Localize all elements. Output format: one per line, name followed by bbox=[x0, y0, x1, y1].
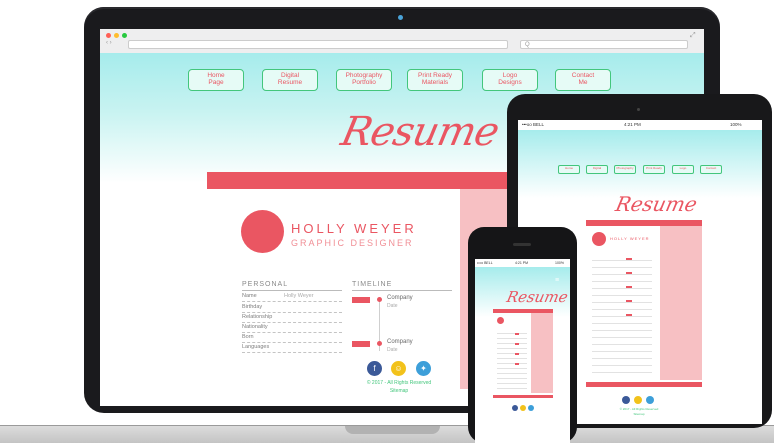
row-divider bbox=[242, 332, 342, 334]
row-label: Name bbox=[242, 293, 257, 299]
laptop-notch bbox=[345, 426, 440, 434]
nav-digital-resume[interactable]: Digital Resume bbox=[262, 69, 318, 91]
timeline-date-tag bbox=[352, 297, 370, 303]
tablet-twitter-icon[interactable] bbox=[646, 396, 654, 404]
phone-status-bar: ••••• BELL 4:21 PM 100% bbox=[475, 259, 570, 267]
phone-content-rows bbox=[497, 329, 527, 389]
nav-logo-designs[interactable]: Logo Designs bbox=[482, 69, 538, 91]
row-label: Relationship bbox=[242, 314, 273, 320]
phone-timeline-tag bbox=[515, 363, 519, 365]
tablet-timeline-tag bbox=[626, 286, 632, 288]
battery-label: 100% bbox=[555, 261, 564, 265]
row-label: Nationality bbox=[242, 324, 268, 330]
tablet-nav-digital[interactable]: Digital bbox=[586, 165, 608, 174]
divider bbox=[242, 290, 342, 292]
row-label: Languages bbox=[242, 344, 270, 350]
maximize-dot-icon[interactable] bbox=[122, 33, 127, 38]
tablet-timeline-tag bbox=[626, 300, 632, 302]
tablet-timeline-tag bbox=[626, 258, 632, 260]
nav-print-ready[interactable]: Print Ready Materials bbox=[407, 69, 463, 91]
phone-snapchat-icon[interactable] bbox=[520, 405, 526, 411]
hero-title: Resume bbox=[337, 109, 503, 155]
battery-label: 100% bbox=[730, 122, 742, 127]
tablet-nav-print[interactable]: Print Ready bbox=[643, 165, 665, 174]
row-value: Holly Weyer bbox=[284, 293, 314, 299]
row-divider bbox=[242, 301, 342, 303]
tablet-snapchat-icon[interactable] bbox=[634, 396, 642, 404]
time-label: 4:21 PM bbox=[624, 122, 641, 127]
timeline-heading: TIMELINE bbox=[352, 281, 393, 288]
tablet-status-bar: •••oo BELL 4:21 PM 100% bbox=[518, 120, 762, 130]
tablet-nav-contact[interactable]: Contact bbox=[700, 165, 722, 174]
tablet-footer-bar bbox=[586, 382, 702, 387]
row-label: Birthday bbox=[242, 304, 263, 310]
tablet-camera bbox=[637, 108, 640, 111]
close-dot-icon[interactable] bbox=[106, 33, 111, 38]
tablet-sitemap[interactable]: Sitemap bbox=[614, 412, 664, 416]
timeline-dot bbox=[377, 297, 382, 302]
minimize-dot-icon[interactable] bbox=[114, 33, 119, 38]
tablet-header-bg bbox=[518, 130, 762, 198]
tablet-content-rows bbox=[592, 254, 652, 374]
nav-contact[interactable]: Contact Me bbox=[555, 69, 611, 91]
row-divider bbox=[242, 352, 342, 354]
avatar bbox=[241, 210, 284, 253]
carrier-label: ••••• BELL bbox=[477, 261, 493, 265]
tablet-facebook-icon[interactable] bbox=[622, 396, 630, 404]
tablet-timeline-tag bbox=[626, 272, 632, 274]
tablet-nav-home[interactable]: Home bbox=[558, 165, 580, 174]
profile-role: GRAPHIC DESIGNER bbox=[291, 238, 414, 248]
tablet-title: Resume bbox=[613, 192, 700, 216]
sitemap-link[interactable]: Sitemap bbox=[354, 388, 444, 394]
row-label: Born bbox=[242, 334, 254, 340]
divider bbox=[352, 290, 452, 292]
browser-chrome: ‹ › Q ⤢ bbox=[100, 29, 704, 54]
search-bar[interactable]: Q bbox=[520, 40, 688, 49]
phone-timeline-tag bbox=[515, 353, 519, 355]
camera-dot bbox=[398, 15, 403, 20]
time-label: 4:21 PM bbox=[515, 261, 529, 265]
phone-screen: ••••• BELL 4:21 PM 100% ≡ Resume bbox=[475, 259, 570, 443]
phone-timeline-tag bbox=[515, 333, 519, 335]
facebook-icon[interactable]: f bbox=[367, 361, 382, 376]
timeline-date-tag bbox=[352, 341, 370, 347]
url-bar[interactable] bbox=[128, 40, 508, 49]
tablet-nav-photo[interactable]: Photography bbox=[614, 165, 636, 174]
timeline-company: Company bbox=[387, 295, 413, 301]
phone-footer-bar bbox=[493, 395, 553, 398]
phone-sidebar bbox=[531, 313, 553, 393]
timeline-dot bbox=[377, 341, 382, 346]
phone-twitter-icon[interactable] bbox=[528, 405, 534, 411]
tablet-sidebar bbox=[660, 226, 702, 380]
accent-bar bbox=[207, 172, 537, 189]
timeline-company: Company bbox=[387, 339, 413, 345]
fullscreen-icon[interactable]: ⤢ bbox=[690, 32, 696, 40]
phone-facebook-icon[interactable] bbox=[512, 405, 518, 411]
hamburger-menu-icon[interactable]: ≡ bbox=[555, 277, 559, 284]
phone-speaker bbox=[513, 243, 531, 246]
phone-title: Resume bbox=[505, 288, 570, 306]
tablet-timeline-tag bbox=[626, 314, 632, 316]
twitter-icon[interactable]: ✦ bbox=[416, 361, 431, 376]
phone-avatar bbox=[497, 317, 504, 324]
snapchat-icon[interactable]: ☺ bbox=[391, 361, 406, 376]
personal-heading: PERSONAL bbox=[242, 281, 289, 288]
nav-photography[interactable]: Photography Portfolio bbox=[336, 69, 392, 91]
tablet-avatar bbox=[592, 232, 606, 246]
tablet-nav-logo[interactable]: Logo bbox=[672, 165, 694, 174]
timeline-date: Date bbox=[387, 303, 398, 309]
tablet-name: HOLLY WEYER bbox=[610, 236, 650, 241]
phone-timeline-tag bbox=[515, 343, 519, 345]
timeline-date: Date bbox=[387, 347, 398, 353]
tablet-copyright: © 2017 - All Rights Reserved bbox=[619, 407, 659, 411]
carrier-label: •••oo BELL bbox=[522, 122, 544, 127]
profile-name: HOLLY WEYER bbox=[291, 221, 417, 236]
back-forward-icon[interactable]: ‹ › bbox=[106, 40, 112, 46]
nav-home[interactable]: Home Page bbox=[188, 69, 244, 91]
copyright-text: © 2017 - All Rights Reserved bbox=[366, 380, 432, 386]
